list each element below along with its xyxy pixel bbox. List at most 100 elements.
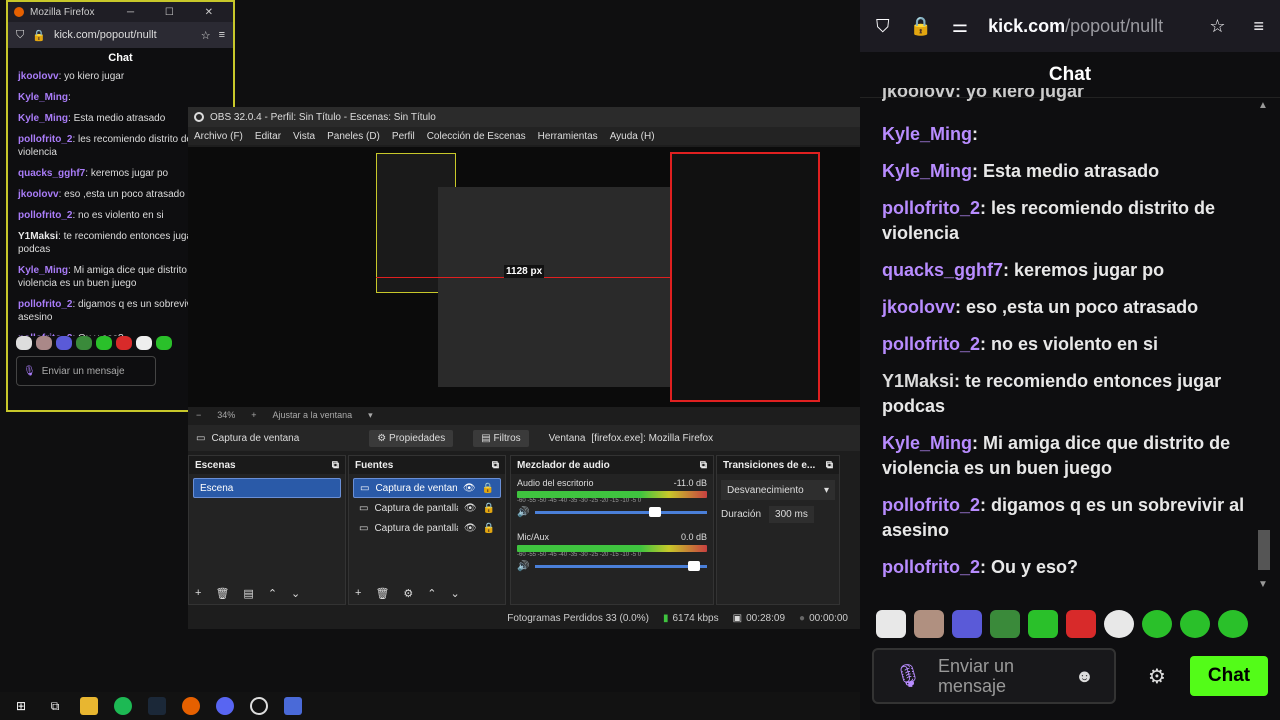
chat-username[interactable]: pollofrito_2 [882,334,980,354]
star-icon[interactable]: ☆ [201,29,211,42]
mic-icon[interactable]: 🎙 [23,366,36,377]
chat-username[interactable]: jkoolovv [882,297,955,317]
zoom-out-button[interactable]: − [196,410,201,420]
chat-username[interactable]: Kyle_Ming [18,265,68,276]
emote-icon[interactable] [1180,610,1210,638]
left-url-bar[interactable]: ⛉ 🔒 kick.com/popout/nullt ☆ ≡ [8,22,233,48]
chat-username[interactable]: pollofrito_2 [18,210,72,221]
mic-icon[interactable]: 🎙 [894,663,922,689]
right-url-text[interactable]: kick.com/popout/nullt [988,16,1189,37]
trash-icon[interactable]: 🗑 [215,587,229,600]
lock-icon[interactable]: 🔒 [910,16,932,37]
emote-icon[interactable] [952,610,982,638]
chat-username[interactable]: pollofrito_2 [18,299,72,310]
chat-username[interactable]: Kyle_Ming [18,92,68,103]
properties-button[interactable]: ⚙ Propiedades [369,429,454,447]
filters-button[interactable]: ▤ Filtros [473,429,529,447]
menu-item[interactable]: Ayuda (H) [610,131,655,142]
window-select[interactable]: [firefox.exe]: Mozilla Firefox [591,433,713,444]
emote-icon[interactable] [990,610,1020,638]
steam-icon[interactable] [148,697,166,715]
slider-knob[interactable] [688,561,701,571]
scene-item[interactable]: Escena [193,478,341,498]
emote-icon[interactable] [1066,610,1096,638]
lock-icon[interactable]: 🔒 [482,483,494,494]
popout-icon[interactable]: ⧉ [332,460,339,471]
menu-item[interactable]: Paneles (D) [327,131,380,142]
source-item[interactable]: ▭ Captura de ventana 👁 🔒 [353,478,501,498]
emote-icon[interactable] [1142,610,1172,638]
right-chat-input[interactable]: 🎙 Enviar un mensaje ☻ [872,648,1116,704]
chat-username[interactable]: quacks_gghf7 [882,260,1003,280]
transition-select[interactable]: Desvanecimiento ▾ [721,480,835,500]
chat-username[interactable]: Y1Maksi [882,371,954,391]
menu-item[interactable]: Archivo (F) [194,131,243,142]
chat-username[interactable]: jkoolovv [18,189,59,200]
menu-item[interactable]: Editar [255,131,281,142]
eye-icon[interactable]: 👁 [464,503,477,514]
zoom-in-button[interactable]: + [251,410,256,420]
chat-username[interactable]: Kyle_Ming [882,161,972,181]
spotify-icon[interactable] [114,697,132,715]
left-chat-input[interactable]: 🎙 Enviar un mensaje [16,356,156,386]
menu-item[interactable]: Vista [293,131,315,142]
firefox-icon[interactable] [182,697,200,715]
speaker-icon[interactable]: 🔊 [517,561,529,572]
emote-icon[interactable] [1218,610,1248,638]
chat-username[interactable]: Kyle_Ming [18,113,68,124]
emote-icon[interactable] [914,610,944,638]
emote-icon[interactable] [876,610,906,638]
menu-item[interactable]: Perfil [392,131,415,142]
chat-username[interactable]: pollofrito_2 [18,134,72,145]
app-icon[interactable] [284,697,302,715]
chat-username[interactable]: quacks_gghf7 [18,168,85,179]
source-item[interactable]: ▭ Captura de pantalla 👁 🔒 [353,518,501,538]
right-url-bar[interactable]: ⛉ 🔒 ⚌ kick.com/popout/nullt ☆ ≡ [860,0,1280,52]
chat-username[interactable]: pollofrito_2 [882,198,980,218]
scrollbar[interactable]: ▲ ▼ [1258,100,1270,590]
preview-capture-box[interactable] [670,152,820,402]
fit-mode[interactable]: Ajustar a la ventana [273,410,353,420]
gear-icon[interactable]: ⚙ [403,587,413,600]
gear-icon[interactable]: ⚙ [1148,664,1166,689]
popout-icon[interactable]: ⧉ [826,460,833,471]
volume-slider[interactable] [535,561,707,571]
obs-preview[interactable]: 1128 px [188,147,860,407]
chat-username[interactable]: pollofrito_2 [882,495,980,515]
menu-item[interactable]: Herramientas [538,131,598,142]
menu-icon[interactable]: ≡ [219,29,225,41]
chat-username[interactable]: pollofrito_2 [882,557,980,577]
chevron-down-icon[interactable]: ▾ [368,410,373,421]
down-icon[interactable]: ⌄ [451,587,460,600]
task-view-icon[interactable]: ⧉ [46,697,64,715]
menu-icon[interactable]: ≡ [1253,16,1264,37]
speaker-icon[interactable]: 🔊 [517,507,529,518]
emote-icon[interactable] [1104,610,1134,638]
star-icon[interactable]: ☆ [1209,16,1225,37]
discord-icon[interactable] [216,697,234,715]
add-icon[interactable]: + [355,587,361,600]
chat-username[interactable]: Y1Maksi [18,231,58,242]
shield-icon[interactable]: ⛉ [876,16,890,37]
popout-icon[interactable]: ⧉ [700,460,707,471]
up-icon[interactable]: ⌃ [427,587,436,600]
volume-slider[interactable] [535,507,707,517]
chat-username[interactable]: jkoolovv [18,71,59,82]
emote-icon[interactable] [1028,610,1058,638]
chat-username[interactable]: Kyle_Ming [882,124,972,144]
chat-username[interactable]: Kyle_Ming [882,433,972,453]
add-icon[interactable]: + [195,587,201,600]
emoji-icon[interactable]: ☻ [1075,666,1094,687]
filter-icon[interactable]: ▤ [243,587,253,600]
eye-icon[interactable]: 👁 [463,483,476,494]
menu-item[interactable]: Colección de Escenas [427,131,526,142]
zoom-level[interactable]: 34% [217,410,235,420]
popout-icon[interactable]: ⧉ [492,460,499,471]
up-icon[interactable]: ⌃ [268,587,277,600]
left-url-text[interactable]: kick.com/popout/nullt [54,29,193,41]
window-controls[interactable]: ─ ☐ ✕ [127,7,227,18]
down-icon[interactable]: ⌄ [291,587,300,600]
lock-icon[interactable]: 🔒 [483,503,495,514]
trash-icon[interactable]: 🗑 [375,587,389,600]
lock-icon[interactable]: 🔒 [483,523,495,534]
